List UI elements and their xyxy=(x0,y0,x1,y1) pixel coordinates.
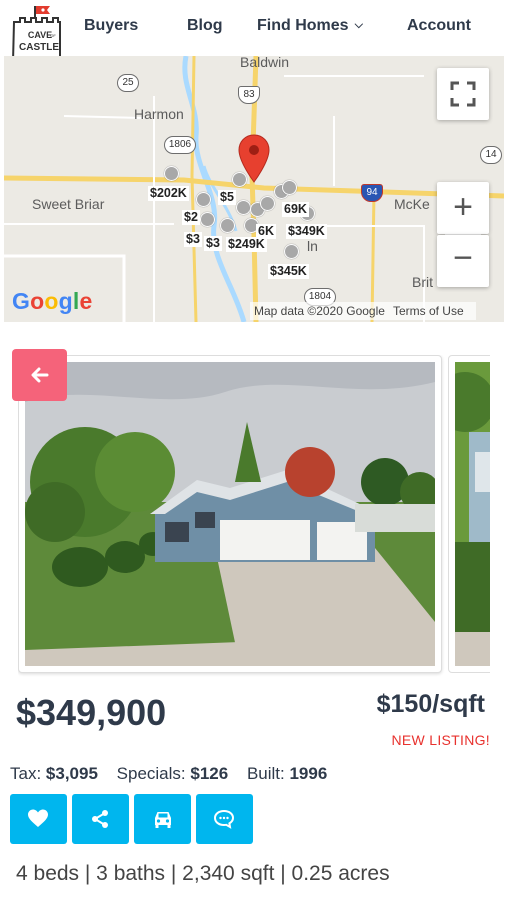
listing-facts: Tax: $3,095 Specials: $126 Built: 1996 xyxy=(10,764,341,784)
price-pin[interactable]: $5 xyxy=(218,190,236,205)
place-baldwin: Baldwin xyxy=(240,56,290,70)
map-marker[interactable] xyxy=(200,212,215,227)
nav-account[interactable]: Account xyxy=(407,17,471,35)
price-pin[interactable]: $3 xyxy=(204,236,222,251)
map-marker[interactable] xyxy=(236,200,251,215)
next-house-photo xyxy=(455,362,490,666)
map-marker[interactable] xyxy=(260,196,275,211)
route-83-shield: 83 xyxy=(238,86,260,104)
nav-blog[interactable]: Blog xyxy=(187,17,223,35)
route-14-shield: 14 xyxy=(480,146,502,164)
status-badge: NEW LISTING! xyxy=(391,732,490,748)
favorite-button[interactable] xyxy=(10,794,67,844)
arrow-left-icon xyxy=(31,367,48,383)
nav-buyers[interactable]: Buyers xyxy=(84,17,138,35)
house-photo xyxy=(25,362,435,666)
google-logo[interactable]: Google xyxy=(12,288,92,315)
specials-value: $126 xyxy=(190,764,229,783)
built-value: 1996 xyxy=(289,764,328,783)
place-brit: Brit xyxy=(412,274,433,290)
share-icon xyxy=(92,810,108,828)
price-per-sqft: $150/sqft xyxy=(376,690,485,718)
tax-value: $3,095 xyxy=(45,764,98,783)
tax-label: Tax: xyxy=(10,764,42,783)
listing-photo[interactable] xyxy=(18,355,442,673)
share-button[interactable] xyxy=(72,794,129,844)
heart-icon xyxy=(28,809,48,827)
place-harmon: Harmon xyxy=(134,106,184,122)
site-header: CAVE OF CASTLE Buyers Blog Find Homes ⌵ A… xyxy=(0,0,507,63)
place-lincoln: ln xyxy=(307,238,318,254)
logo-text-cave: CAVE xyxy=(28,30,52,40)
svg-text:OF: OF xyxy=(50,33,56,38)
price-pin[interactable]: $349K xyxy=(286,224,327,239)
listing-specs: 4 beds | 3 baths | 2,340 sqft | 0.25 acr… xyxy=(16,862,390,885)
route-1806-shield: 1806 xyxy=(164,136,196,154)
map-marker[interactable] xyxy=(220,218,235,233)
price-pin[interactable]: $345K xyxy=(268,264,309,279)
place-sweet-briar: Sweet Briar xyxy=(32,196,105,212)
contact-button[interactable] xyxy=(196,794,253,844)
route-25-shield: 25 xyxy=(117,74,139,92)
price-pin[interactable]: $249K xyxy=(226,237,267,252)
next-photo-preview[interactable] xyxy=(448,355,490,673)
photo-carousel[interactable] xyxy=(18,355,490,677)
chat-icon xyxy=(213,809,235,829)
cave-or-castle-logo[interactable]: CAVE OF CASTLE xyxy=(10,4,70,64)
back-button[interactable] xyxy=(12,349,67,401)
car-icon xyxy=(155,812,171,828)
map-marker[interactable] xyxy=(284,244,299,259)
zoom-out-button[interactable]: − xyxy=(437,235,489,287)
price-pin[interactable]: 69K xyxy=(282,202,309,217)
listing-price: $349,900 xyxy=(16,692,167,733)
fullscreen-button[interactable] xyxy=(437,68,489,120)
place-mckenzie: McKe xyxy=(394,196,430,212)
price-pin[interactable]: $2 xyxy=(182,210,200,225)
fullscreen-icon xyxy=(450,81,476,107)
terms-of-use-link[interactable]: Terms of Use xyxy=(393,304,464,318)
map-attribution: Map data ©2020 Google Terms of Use xyxy=(250,302,476,320)
selected-location-pin-icon[interactable] xyxy=(238,134,270,184)
zoom-in-button[interactable]: + xyxy=(437,182,489,234)
nav-find-homes-label: Find Homes xyxy=(257,17,349,34)
nav-find-homes[interactable]: Find Homes ⌵ xyxy=(257,17,363,35)
interstate-94-shield: 94 xyxy=(361,184,383,202)
directions-button[interactable] xyxy=(134,794,191,844)
price-pin[interactable]: $202K xyxy=(148,186,189,201)
price-pin[interactable]: $3 xyxy=(184,232,202,247)
chevron-down-icon: ⌵ xyxy=(354,19,363,31)
logo-text-castle: CASTLE xyxy=(19,42,59,53)
listing-map[interactable]: Baldwin Harmon Sweet Briar McKe ln Brit … xyxy=(4,56,504,322)
map-marker[interactable] xyxy=(164,166,179,181)
map-data-text: Map data ©2020 Google xyxy=(254,304,385,318)
map-marker[interactable] xyxy=(196,192,211,207)
specials-label: Specials: xyxy=(116,764,186,783)
map-marker[interactable] xyxy=(282,180,297,195)
built-label: Built: xyxy=(246,764,285,783)
